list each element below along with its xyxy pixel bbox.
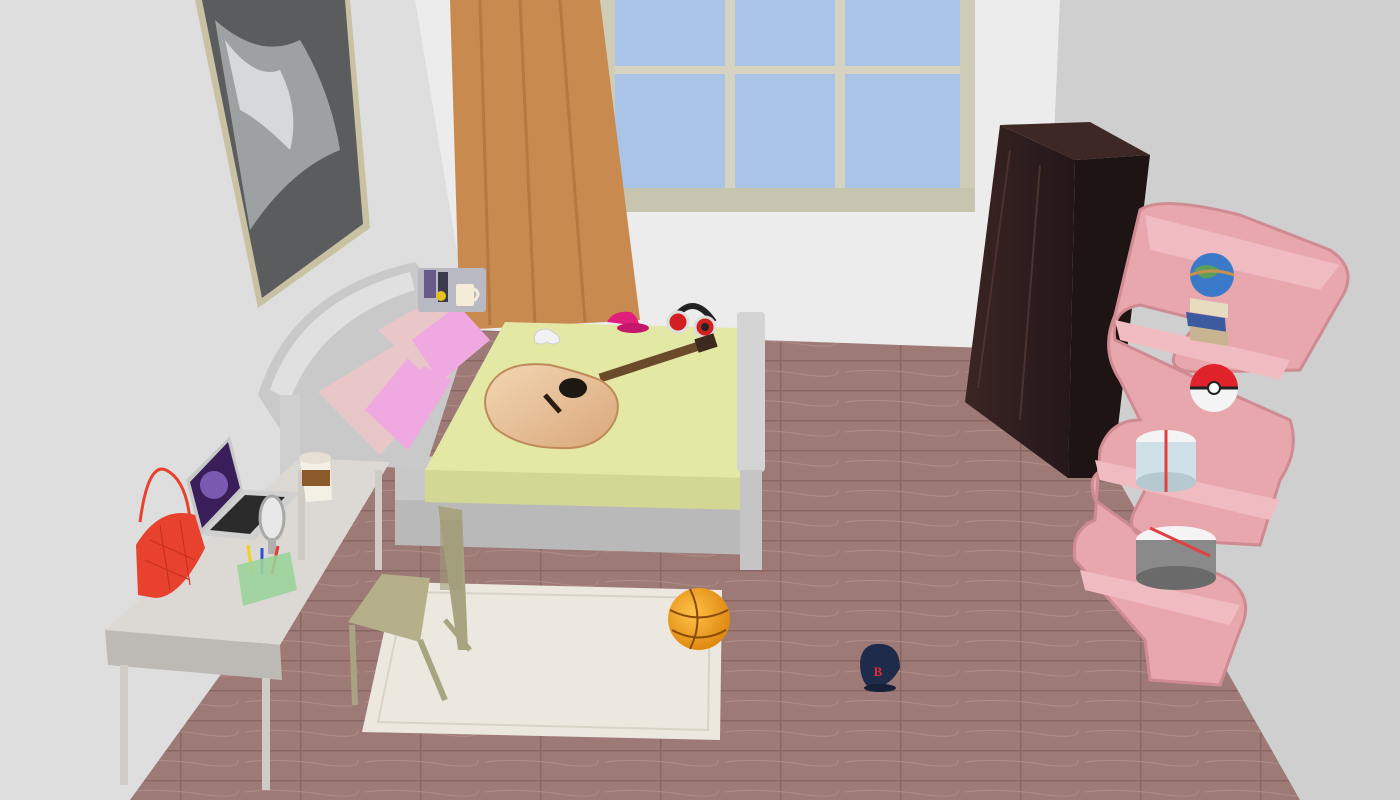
gift-box-top[interactable] xyxy=(1136,430,1196,492)
bed-footboard xyxy=(737,312,765,472)
book-stack[interactable] xyxy=(1186,298,1228,346)
window xyxy=(600,0,975,212)
cap-logo-letter: B xyxy=(874,664,883,679)
nightstand[interactable] xyxy=(418,268,486,312)
gift-box-bottom[interactable] xyxy=(1136,526,1216,590)
room-viewport[interactable]: B xyxy=(0,0,1400,800)
globe[interactable] xyxy=(1189,253,1235,297)
room-render: B xyxy=(0,0,1400,800)
pokeball[interactable] xyxy=(1190,364,1238,412)
basketball[interactable] xyxy=(668,588,730,650)
